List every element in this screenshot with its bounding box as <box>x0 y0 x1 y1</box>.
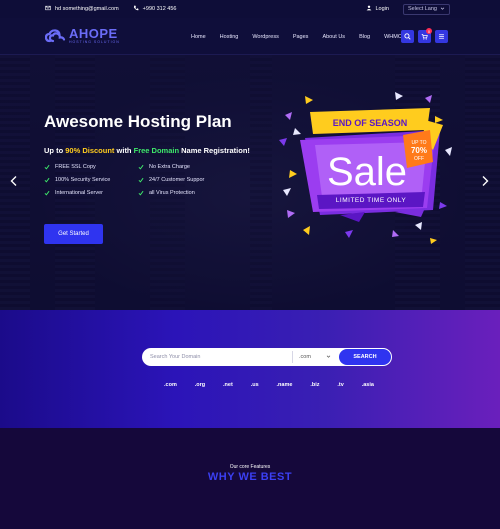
cart-button[interactable]: 0 <box>418 28 432 43</box>
feature-label: FREE SSL Copy <box>55 164 96 170</box>
sale-ribbon-text: END OF SEASON <box>333 118 408 128</box>
nav-item-hosting[interactable]: Hosting <box>220 34 239 40</box>
language-select[interactable]: Select Lang <box>402 3 450 15</box>
check-icon <box>138 177 144 183</box>
chevron-right-icon <box>482 176 489 186</box>
hero-title: Awesome Hosting Plan <box>44 112 232 131</box>
feature-label: 100% Security Service <box>55 177 111 183</box>
top-bar: hd something@gmail.com +990 312 456 Logi… <box>0 0 500 18</box>
phone-icon <box>133 5 139 13</box>
subtitle-discount: 90% Discount <box>65 146 115 155</box>
feature-list: FREE SSL Copy No Extra Charge 100% Secur… <box>44 164 244 196</box>
tld-select[interactable]: .com <box>292 351 337 363</box>
tld-list: .com .org .net .us .name .biz .tv .asia <box>164 382 374 388</box>
tld-select-value: .com <box>299 354 311 360</box>
feature-item: FREE SSL Copy <box>44 164 138 170</box>
contact-email[interactable]: hd something@gmail.com <box>55 6 119 12</box>
nav-menu: Home Hosting Wordpress Pages About Us Bl… <box>191 18 419 55</box>
nav-item-home[interactable]: Home <box>191 34 206 40</box>
chevron-down-icon <box>326 354 331 361</box>
check-icon <box>44 190 50 196</box>
discount-badge: UP TO 70% OFF <box>403 130 433 168</box>
feature-label: International Server <box>55 190 103 196</box>
feature-item: 24/7 Customer Suppor <box>138 177 238 183</box>
logo-tagline: HOSTING SOLUTION <box>69 40 120 44</box>
user-icon <box>366 5 372 13</box>
domain-search-button[interactable]: SEARCH <box>339 349 391 365</box>
feature-item: No Extra Charge <box>138 164 238 170</box>
cart-icon <box>421 34 428 40</box>
check-icon <box>138 190 144 196</box>
chevron-left-icon <box>10 176 17 186</box>
subtitle-free-domain: Free Domain <box>133 146 180 155</box>
language-label: Select Lang <box>407 6 437 12</box>
cloud-logo-icon <box>45 29 66 42</box>
logo-name: AHOPE <box>69 26 118 41</box>
sale-word: Sale <box>327 150 407 194</box>
check-icon <box>138 164 144 170</box>
hero-subtitle: Up to 90% Discount with Free Domain Name… <box>44 146 250 155</box>
search-button[interactable] <box>401 30 414 43</box>
login-link[interactable]: Login <box>366 5 389 13</box>
why-title: WHY WE BEST <box>207 471 293 483</box>
nav-item-about-us[interactable]: About Us <box>322 34 345 40</box>
tld-item[interactable]: .asia <box>362 382 374 388</box>
chevron-down-icon <box>440 6 445 13</box>
feature-label: all Virus Protection <box>149 190 195 196</box>
badge-bottom-text: OFF <box>414 156 424 162</box>
check-icon <box>44 164 50 170</box>
slider-next-arrow[interactable] <box>480 174 490 186</box>
slider-prev-arrow[interactable] <box>9 174 19 186</box>
get-started-button[interactable]: Get Started <box>44 224 103 244</box>
tld-item[interactable]: .tv <box>337 382 343 388</box>
nav-item-blog[interactable]: Blog <box>359 34 370 40</box>
subtitle-mid: with <box>114 146 134 155</box>
tld-item[interactable]: .us <box>251 382 259 388</box>
sale-banner-graphic: END OF SEASON Sale UP TO 70% OFF LIMITED… <box>279 92 452 244</box>
feature-item: all Virus Protection <box>138 190 238 196</box>
why-kicker: Our core Features <box>229 464 271 470</box>
tld-item[interactable]: .name <box>277 382 293 388</box>
tld-item[interactable]: .biz <box>310 382 319 388</box>
domain-search-input[interactable]: Search Your Domain <box>142 354 292 360</box>
menu-toggle-button[interactable] <box>435 30 448 43</box>
mail-icon <box>45 5 51 13</box>
tld-item[interactable]: .net <box>223 382 233 388</box>
check-icon <box>44 177 50 183</box>
badge-value-text: 70% <box>411 146 427 155</box>
login-label: Login <box>375 6 389 12</box>
contact-phone[interactable]: +990 312 456 <box>143 6 177 12</box>
cart-count-badge: 0 <box>426 28 432 34</box>
feature-label: No Extra Charge <box>149 164 190 170</box>
nav-item-pages[interactable]: Pages <box>293 34 309 40</box>
nav-item-wordpress[interactable]: Wordpress <box>252 34 279 40</box>
tld-item[interactable]: .com <box>164 382 177 388</box>
menu-icon <box>439 34 444 39</box>
feature-label: 24/7 Customer Suppor <box>149 177 205 183</box>
feature-item: International Server <box>44 190 138 196</box>
domain-search-section: Search Your Domain .com SEARCH .com .org… <box>0 310 500 428</box>
domain-search-bar: Search Your Domain .com SEARCH <box>142 348 392 366</box>
main-navigation: AHOPE HOSTING SOLUTION Home Hosting Word… <box>0 18 500 55</box>
search-icon <box>404 33 411 40</box>
subtitle-suffix: Name Registration! <box>179 146 250 155</box>
logo[interactable]: AHOPE HOSTING SOLUTION <box>45 27 120 45</box>
why-section: Our core Features WHY WE BEST <box>0 428 500 529</box>
tld-item[interactable]: .org <box>195 382 205 388</box>
contact-info: hd something@gmail.com +990 312 456 <box>45 5 176 13</box>
sale-footer-text: LIMITED TIME ONLY <box>336 197 407 204</box>
feature-item: 100% Security Service <box>44 177 138 183</box>
subtitle-prefix: Up to <box>44 146 66 155</box>
